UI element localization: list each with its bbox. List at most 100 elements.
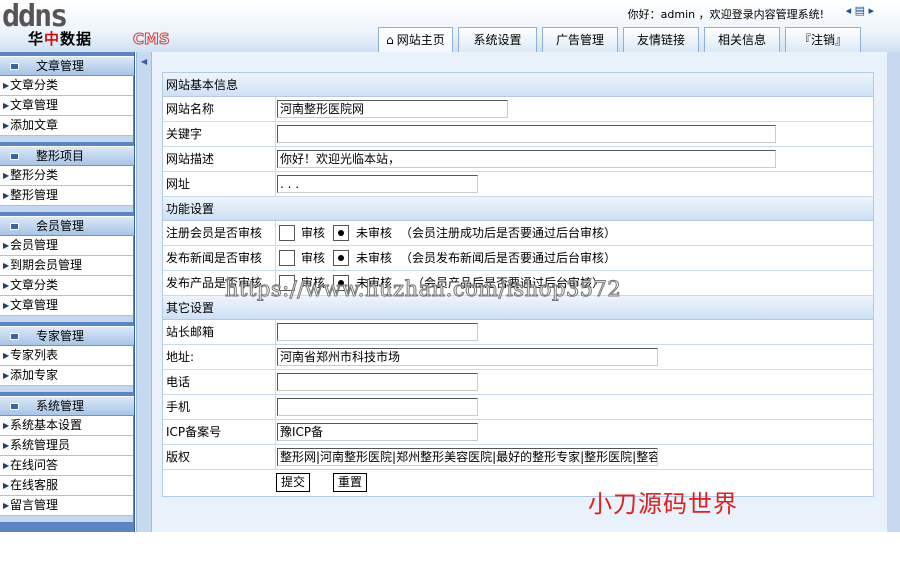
site-name-label: 网站名称 <box>166 102 215 116</box>
section-icon <box>10 153 19 160</box>
email-label: 站长邮箱 <box>166 325 215 339</box>
copyright-input[interactable]: 整形网|河南整形医院|郑州整形美容医院|最好的整形专家|整形医院|整容 <box>277 448 658 466</box>
row-buttons: 提交 重置 <box>163 470 873 496</box>
submit-button[interactable]: 提交 <box>276 473 311 492</box>
section-function-title: 功能设置 <box>163 197 873 221</box>
section-icon <box>10 333 19 340</box>
sidebar: 文章管理 ▶ 文章分类 ▶ 文章管理 ▶ 添加文章 整形项目 ▶ 整形分类 ▶ 整形管理 … <box>0 52 135 532</box>
email-input[interactable] <box>277 323 478 341</box>
row-icp: ICP备案号 豫ICP备 <box>163 420 873 445</box>
sidebar-item-plastic-category[interactable]: ▶ 整形分类 <box>0 166 133 186</box>
header: ddns 华中数据 CMS 你好：admin ，欢迎登录内容管理系统! ◂ ▤ … <box>0 0 900 52</box>
header-nav-arrows-icon[interactable]: ◂ ▤ ▸ <box>846 4 874 17</box>
tab-system-settings[interactable]: 系统设置 <box>458 27 537 52</box>
address-label: 地址: <box>166 350 195 364</box>
arrow-right-icon: ▶ <box>3 101 10 110</box>
row-address: 地址: 河南省郑州市科技市场 <box>163 345 873 370</box>
member-audit-no-radio[interactable] <box>333 225 349 241</box>
row-news-audit: 发布新闻是否审核 审核 未审核 （会员发布新闻后是否要通过后台审核） <box>163 246 873 271</box>
sidebar-section-member[interactable]: 会员管理 <box>0 216 134 236</box>
section-icon <box>10 63 19 70</box>
logo: ddns 华中数据 CMS <box>0 2 180 49</box>
sidebar-item-member-manage[interactable]: ▶ 会员管理 <box>0 236 133 256</box>
row-keywords: 关键字 <box>163 122 873 147</box>
greeting-text: 你好：admin ，欢迎登录内容管理系统! <box>627 8 824 21</box>
sidebar-item-article-category[interactable]: ▶ 文章分类 <box>0 76 133 96</box>
sidebar-section-plastic[interactable]: 整形项目 <box>0 146 134 166</box>
url-input[interactable]: . . . <box>277 175 478 193</box>
keywords-input[interactable] <box>277 125 776 143</box>
sidebar-item-expert-list[interactable]: ▶ 专家列表 <box>0 346 133 366</box>
mobile-label: 手机 <box>166 400 191 414</box>
tab-logout[interactable]: 『注销』 <box>785 27 861 52</box>
news-audit-label: 发布新闻是否审核 <box>166 251 263 265</box>
sidebar-section-article[interactable]: 文章管理 <box>0 56 134 76</box>
tab-related-info[interactable]: 相关信息 <box>704 27 780 52</box>
section-divider <box>0 386 133 392</box>
sidebar-item-online-service[interactable]: ▶ 在线客服 <box>0 476 133 496</box>
address-input[interactable]: 河南省郑州市科技市场 <box>277 348 658 366</box>
arrow-right-icon: ▶ <box>3 421 10 430</box>
home-icon: ⌂ <box>386 32 394 47</box>
row-description: 网站描述 你好！欢迎光临本站， <box>163 147 873 172</box>
section-icon <box>10 223 19 230</box>
sidebar-item-add-article[interactable]: ▶ 添加文章 <box>0 116 133 136</box>
section-basic-title: 网站基本信息 <box>163 73 873 97</box>
arrow-right-icon: ▶ <box>3 171 10 180</box>
arrow-right-icon: ▶ <box>3 441 10 450</box>
news-audit-note: （会员发布新闻后是否要通过后台审核） <box>400 251 617 265</box>
arrow-right-icon: ▶ <box>3 501 10 510</box>
arrow-right-icon: ▶ <box>3 301 10 310</box>
section-divider <box>0 136 133 142</box>
arrow-right-icon: ▶ <box>3 121 10 130</box>
sidebar-item-expired-members[interactable]: ▶ 到期会员管理 <box>0 256 133 276</box>
member-audit-yes-radio[interactable] <box>279 225 295 241</box>
arrow-right-icon: ▶ <box>3 351 10 360</box>
arrow-right-icon: ▶ <box>3 281 10 290</box>
phone-input[interactable] <box>277 373 478 391</box>
sidebar-item-system-basic[interactable]: ▶ 系统基本设置 <box>0 416 133 436</box>
sidebar-item-member-article-category[interactable]: ▶ 文章分类 <box>0 276 133 296</box>
tab-ad-management[interactable]: 广告管理 <box>542 27 618 52</box>
member-audit-yes-label: 审核 <box>301 226 326 240</box>
row-phone: 电话 <box>163 370 873 395</box>
mobile-input[interactable] <box>277 398 478 416</box>
keywords-label: 关键字 <box>166 127 203 141</box>
arrow-right-icon: ▶ <box>3 241 10 250</box>
news-audit-yes-radio[interactable] <box>279 250 295 266</box>
sidebar-item-plastic-manage[interactable]: ▶ 整形管理 <box>0 186 133 206</box>
sidebar-item-article-manage[interactable]: ▶ 文章管理 <box>0 96 133 116</box>
sidebar-section-system[interactable]: 系统管理 <box>0 396 134 416</box>
row-member-audit: 注册会员是否审核 审核 未审核 （会员注册成功后是否要通过后台审核） <box>163 221 873 246</box>
sidebar-item-message-manage[interactable]: ▶ 留言管理 <box>0 496 133 516</box>
description-input[interactable]: 你好！欢迎光临本站， <box>277 150 776 168</box>
section-icon <box>10 403 19 410</box>
section-divider <box>0 206 133 212</box>
member-audit-note: （会员注册成功后是否要通过后台审核） <box>400 226 617 240</box>
row-copyright: 版权 整形网|河南整形医院|郑州整形美容医院|最好的整形专家|整形医院|整容 <box>163 445 873 470</box>
news-audit-yes-label: 审核 <box>301 251 326 265</box>
watermark-text: https://www.huzhan.com/ishop3572 <box>224 277 622 302</box>
icp-input[interactable]: 豫ICP备 <box>277 423 478 441</box>
reset-button[interactable]: 重置 <box>333 473 368 492</box>
tab-home[interactable]: ⌂ 网站主页 <box>378 27 453 52</box>
row-url: 网址 . . . <box>163 172 873 197</box>
collapse-arrow-icon[interactable]: ◀ <box>141 57 147 66</box>
url-label: 网址 <box>166 177 191 191</box>
sidebar-item-add-expert[interactable]: ▶ 添加专家 <box>0 366 133 386</box>
news-audit-no-radio[interactable] <box>333 250 349 266</box>
news-audit-no-label: 未审核 <box>356 251 393 265</box>
sidebar-section-expert[interactable]: 专家管理 <box>0 326 134 346</box>
logo-text: 华中数据 <box>28 30 93 48</box>
sidebar-splitter[interactable]: ◀ <box>136 52 152 532</box>
section-divider <box>0 316 133 322</box>
sidebar-item-online-qa[interactable]: ▶ 在线问答 <box>0 456 133 476</box>
sidebar-item-system-admin[interactable]: ▶ 系统管理员 <box>0 436 133 456</box>
sidebar-item-member-article-manage[interactable]: ▶ 文章管理 <box>0 296 133 316</box>
site-name-input[interactable]: 河南整形医院网 <box>277 100 508 118</box>
signature-text: 小刀源码世界 <box>588 490 738 518</box>
member-audit-no-label: 未审核 <box>356 226 393 240</box>
arrow-right-icon: ▶ <box>3 461 10 470</box>
tab-friend-links[interactable]: 友情链接 <box>623 27 699 52</box>
row-email: 站长邮箱 <box>163 320 873 345</box>
